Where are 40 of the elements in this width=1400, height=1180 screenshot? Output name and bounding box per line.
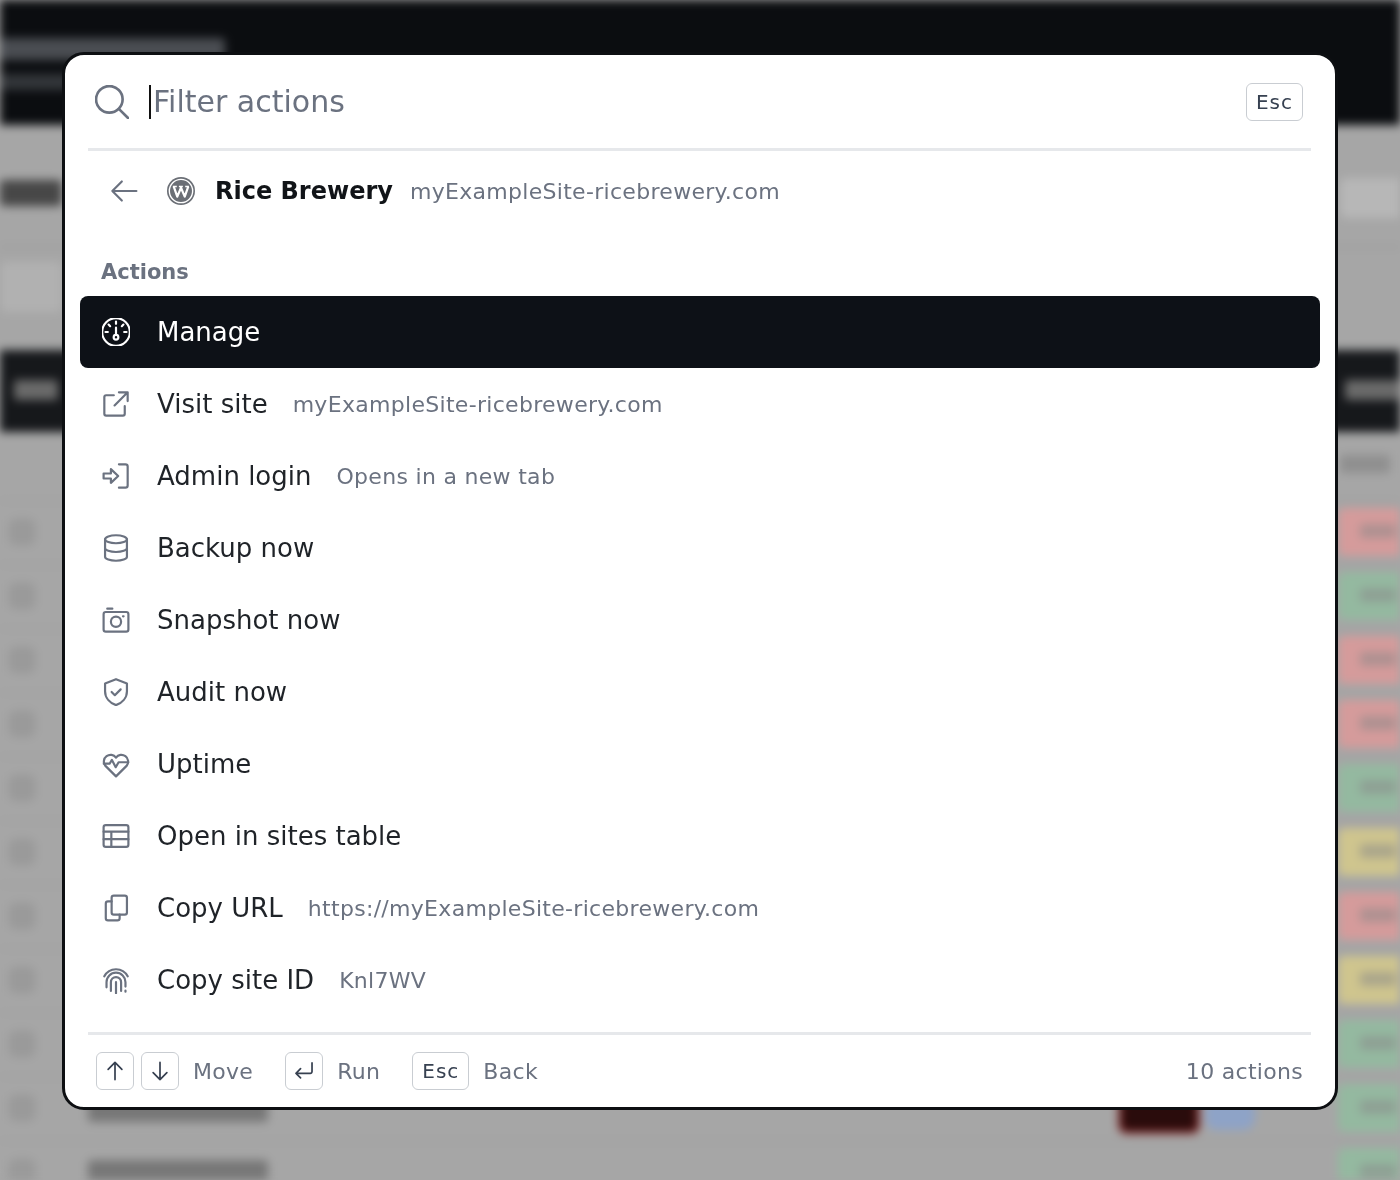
enter-key-icon bbox=[293, 1060, 316, 1082]
action-item[interactable]: Admin login Opens in a new tab bbox=[80, 440, 1320, 512]
arrow-left-icon bbox=[110, 177, 138, 205]
fingerprint-icon bbox=[102, 966, 130, 994]
action-detail: myExampleSite-ricebrewery.com bbox=[292, 391, 663, 417]
copy-icon bbox=[102, 894, 130, 922]
site-name: Rice Brewery bbox=[215, 177, 393, 205]
database-icon bbox=[102, 534, 130, 562]
action-detail: Opens in a new tab bbox=[336, 463, 556, 489]
shield-check-icon bbox=[102, 678, 130, 706]
back-button[interactable] bbox=[110, 177, 138, 205]
action-item[interactable]: Copy site ID Knl7WV bbox=[80, 944, 1320, 1016]
escape-key: Esc bbox=[1245, 82, 1303, 121]
site-domain: myExampleSite-ricebrewery.com bbox=[409, 178, 780, 204]
login-arrow-icon bbox=[102, 462, 130, 490]
action-detail: Knl7WV bbox=[339, 967, 427, 993]
table-icon bbox=[102, 822, 130, 850]
action-item[interactable]: Backup now bbox=[80, 512, 1320, 584]
key-hint-label: Run bbox=[337, 1058, 381, 1084]
keyboard-key: Esc bbox=[412, 1052, 470, 1090]
site-logo-icon bbox=[167, 177, 195, 205]
action-item[interactable]: Uptime bbox=[80, 728, 1320, 800]
camera-icon bbox=[102, 606, 130, 634]
key-hint-label: Move bbox=[193, 1058, 254, 1084]
action-item[interactable]: Manage bbox=[80, 296, 1320, 368]
action-count: 10 actions bbox=[1185, 1058, 1303, 1084]
action-detail: https://myExampleSite-ricebrewery.com bbox=[307, 895, 760, 921]
action-item[interactable]: Open in sites table bbox=[80, 800, 1320, 872]
search-icon bbox=[95, 84, 129, 119]
action-item[interactable]: Audit now bbox=[80, 656, 1320, 728]
action-item[interactable]: Snapshot now bbox=[80, 584, 1320, 656]
arrow-down-icon bbox=[149, 1060, 171, 1082]
section-title: Actions bbox=[101, 259, 189, 285]
gauge-icon bbox=[102, 318, 130, 346]
action-item[interactable]: Visit site myExampleSite-ricebrewery.com bbox=[80, 368, 1320, 440]
external-link-icon bbox=[102, 390, 130, 418]
action-item[interactable]: Copy URL https://myExampleSite-ricebrewery.com bbox=[80, 872, 1320, 944]
key-hint-label: Back bbox=[483, 1058, 538, 1084]
arrow-up-icon bbox=[104, 1060, 126, 1082]
search-field[interactable]: Filter actions bbox=[149, 77, 1246, 126]
